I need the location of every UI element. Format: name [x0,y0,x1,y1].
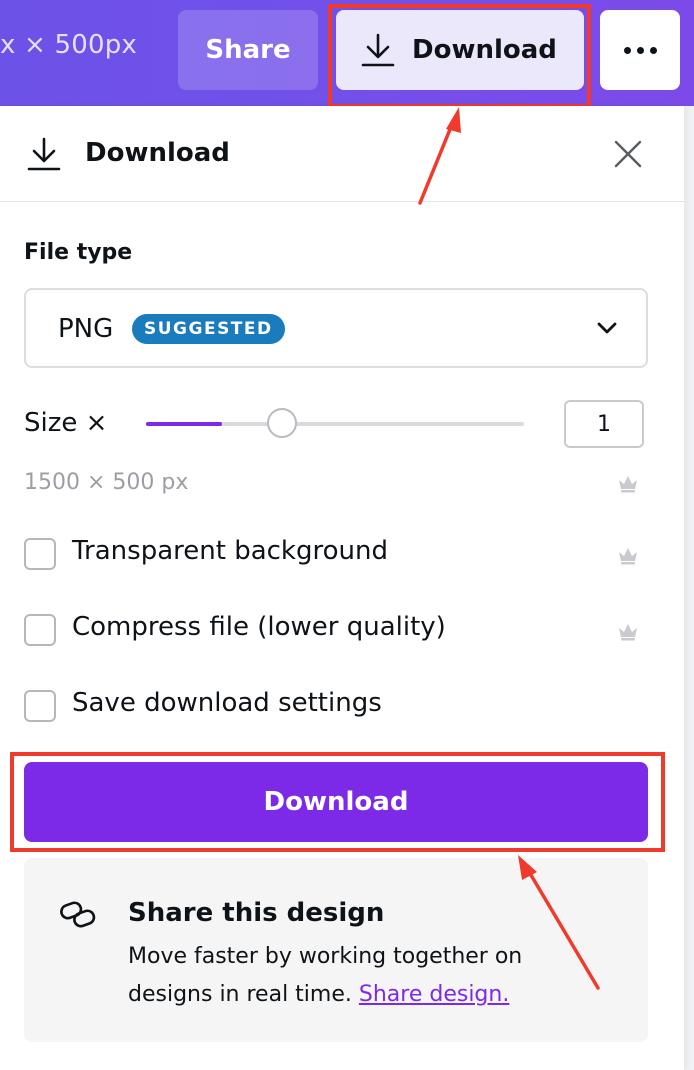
option-label: Compress file (lower quality) [72,612,446,642]
slider-fill [146,422,222,426]
more-button[interactable] [600,10,680,90]
file-type-select[interactable]: PNG SUGGESTED [24,288,648,368]
file-type-value: PNG [58,314,114,344]
link-icon [58,900,98,934]
crown-icon [617,472,639,498]
option-label: Transparent background [72,536,388,566]
size-input[interactable]: 1 [564,400,644,448]
share-card: Share this design Move faster by working… [24,858,648,1042]
panel-header: Download [0,106,684,202]
option-label: Save download settings [72,688,382,718]
panel-title: Download [85,138,230,168]
design-dimensions: x × 500px [0,30,138,60]
annotation-highlight-top [328,4,591,108]
canvas-edge [684,106,694,1070]
more-icon [623,46,657,54]
share-card-title: Share this design [128,898,385,928]
close-button[interactable] [608,134,648,174]
size-label: Size × [24,408,108,438]
output-dimensions: 1500 × 500 px [24,470,189,495]
share-button[interactable]: Share [178,10,318,90]
checkbox[interactable] [24,538,56,570]
size-slider[interactable] [146,407,524,441]
download-icon [26,136,62,176]
checkbox[interactable] [24,690,56,722]
share-design-link[interactable]: Share design. [359,982,509,1007]
crown-icon [617,544,639,570]
close-icon [614,140,642,168]
file-type-label: File type [24,240,133,265]
annotation-highlight-bottom [10,752,665,852]
share-card-description: Move faster by working together on desig… [128,938,568,1014]
checkbox[interactable] [24,614,56,646]
suggested-badge: SUGGESTED [132,314,285,344]
slider-thumb[interactable] [267,408,297,438]
chevron-down-icon [596,320,618,339]
crown-icon [617,620,639,646]
